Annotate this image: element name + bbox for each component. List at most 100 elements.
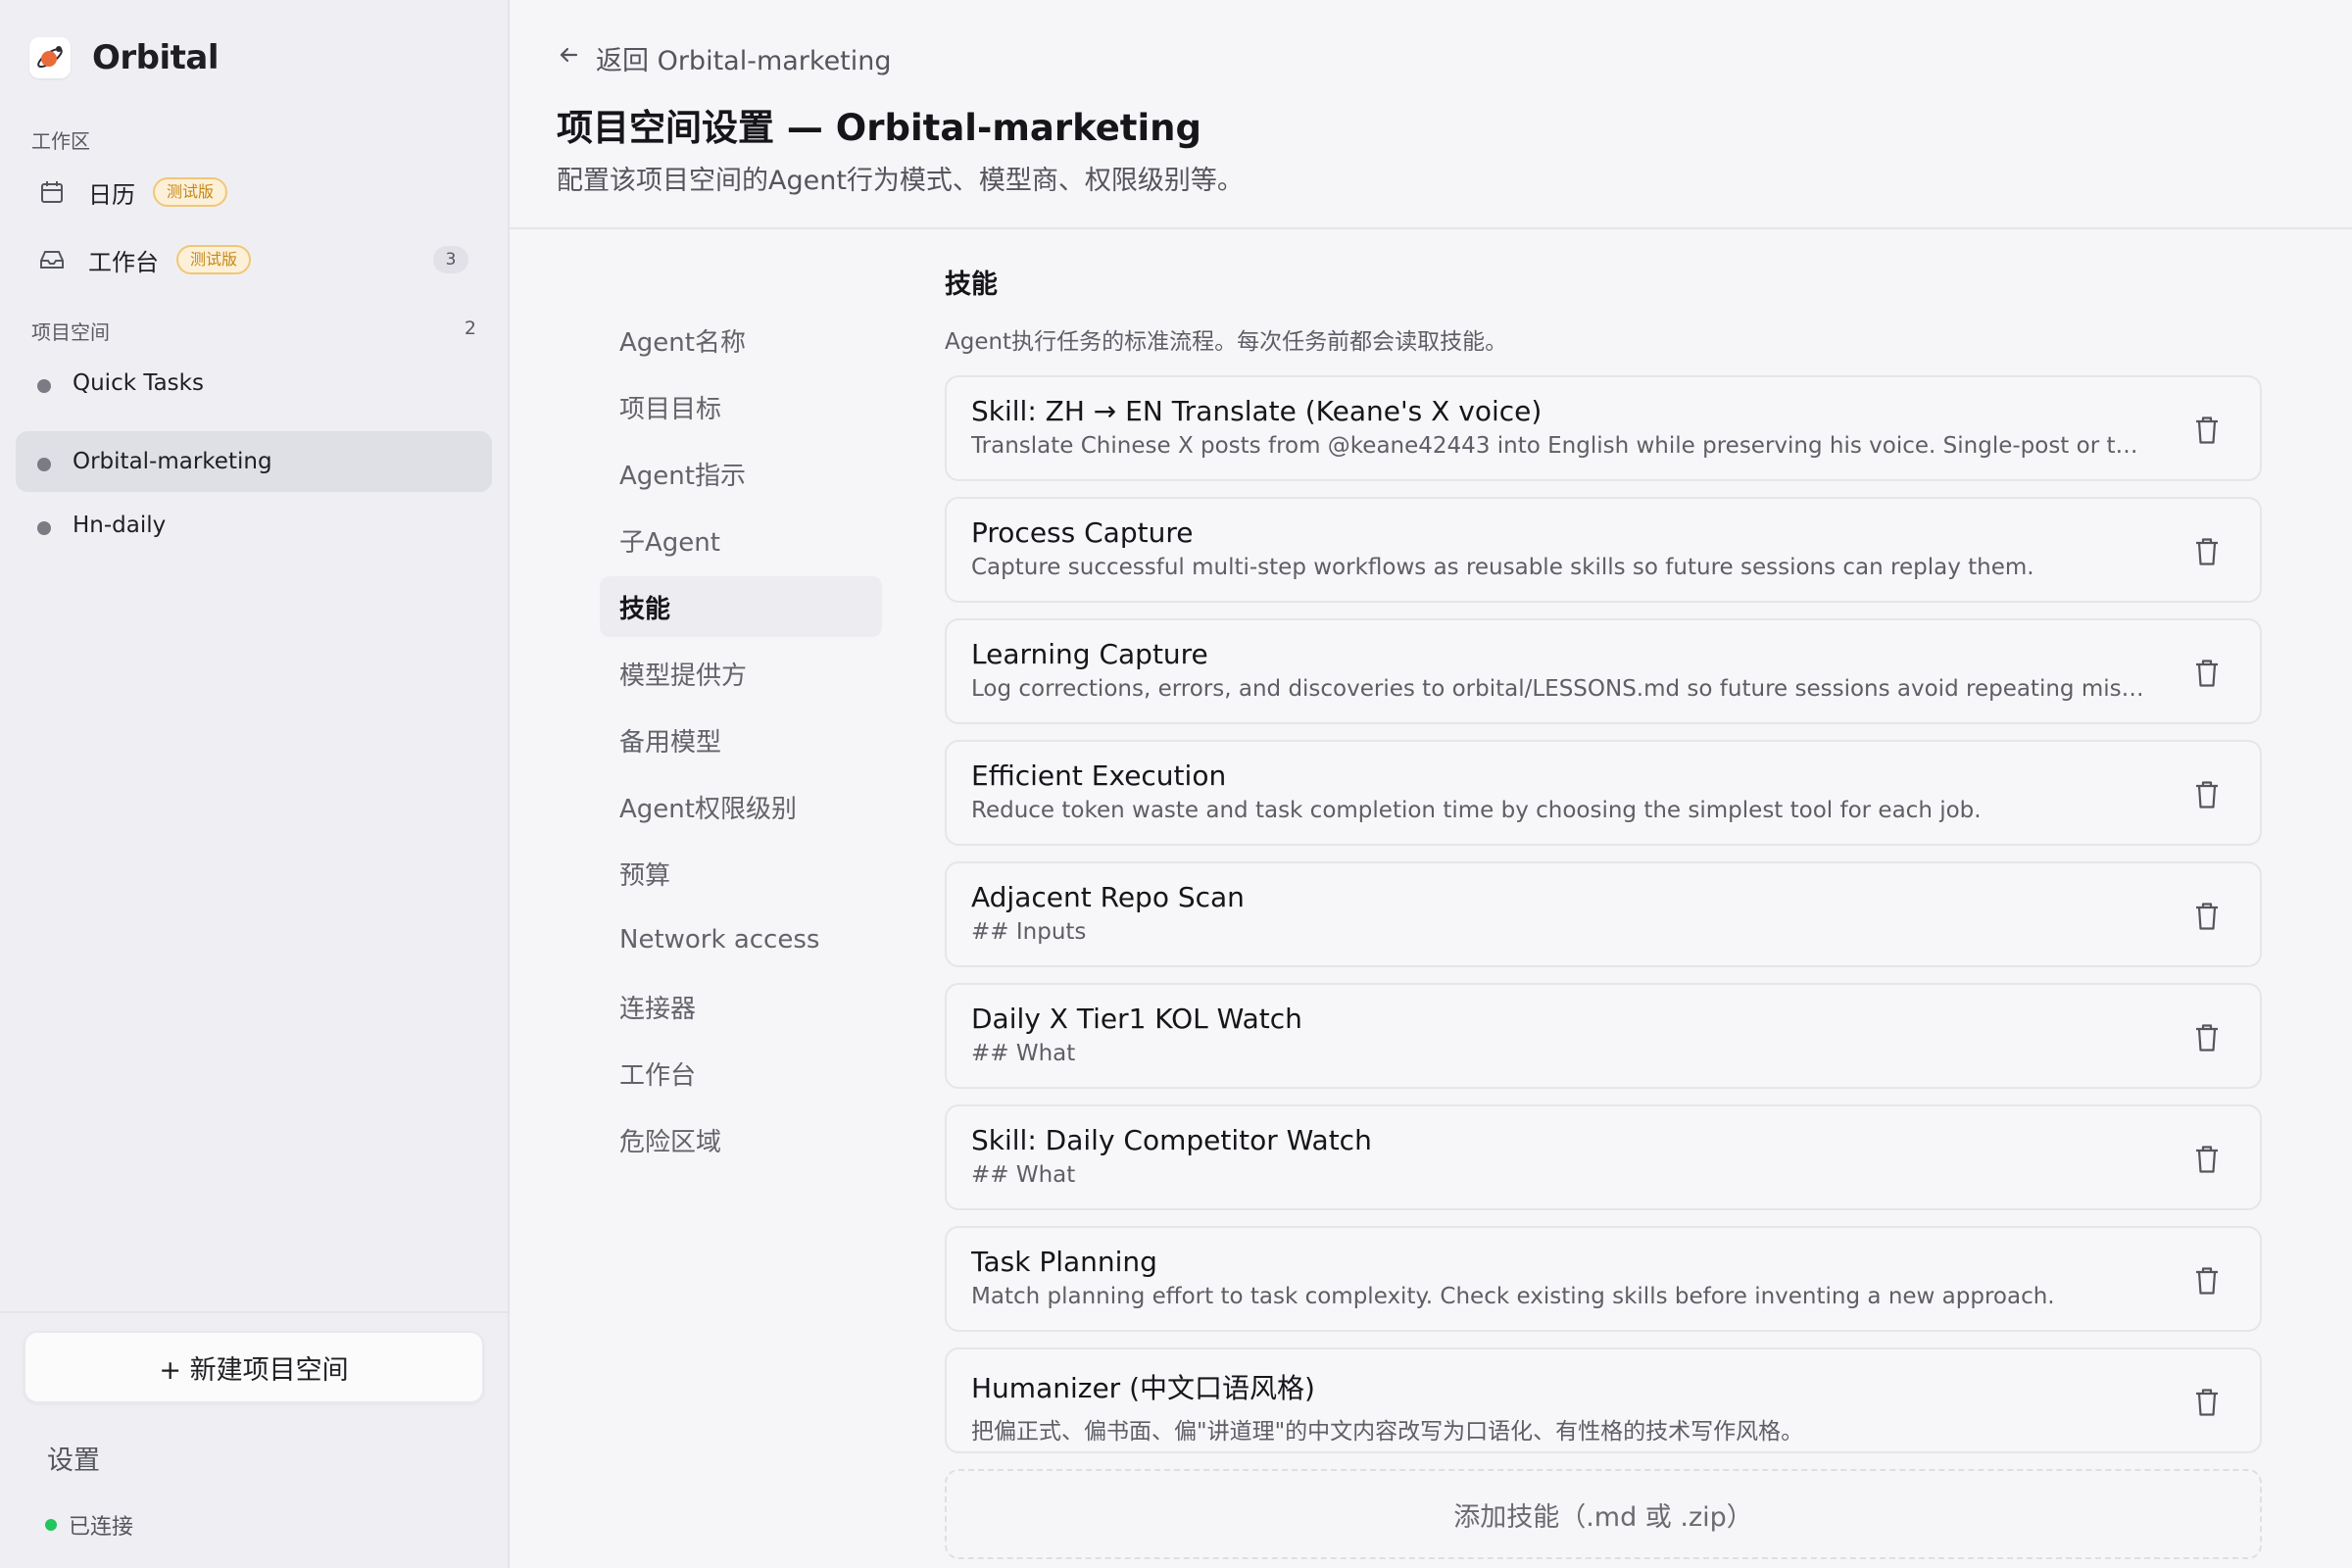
skill-name: Efficient Execution (971, 760, 1227, 792)
skill-card[interactable]: Skill: Daily Competitor Watch ## What (945, 1104, 2262, 1210)
delete-skill-button[interactable] (2189, 1383, 2225, 1422)
settings-nav-connectors[interactable]: 连接器 (600, 976, 882, 1037)
sidebar-item-workbench[interactable]: 工作台 测试版 3 (16, 229, 492, 290)
delete-skill-button[interactable] (2189, 411, 2225, 450)
delete-skill-button[interactable] (2189, 532, 2225, 571)
skill-card[interactable]: Skill: ZH → EN Translate (Keane's X voic… (945, 375, 2262, 481)
trash-icon (2196, 1267, 2218, 1295)
page-title: 项目空间设置 — Orbital-marketing (557, 107, 1201, 149)
skill-description: Log corrections, errors, and discoveries… (971, 676, 2152, 702)
spaces-section-label: 项目空间 (31, 320, 110, 344)
settings-nav-model-provider[interactable]: 模型提供方 (600, 643, 882, 704)
brand[interactable]: Orbital (29, 37, 220, 78)
skill-card[interactable]: Daily X Tier1 KOL Watch ## What (945, 983, 2262, 1089)
sidebar-space-quick-tasks[interactable]: Quick Tasks (16, 353, 492, 414)
workbench-count-badge: 3 (433, 246, 468, 273)
settings-nav-danger-zone[interactable]: 危险区域 (600, 1109, 882, 1170)
skill-card[interactable]: Process Capture Capture successful multi… (945, 497, 2262, 603)
delete-skill-button[interactable] (2189, 897, 2225, 936)
status-dot-icon (45, 1519, 57, 1531)
delete-skill-button[interactable] (2189, 775, 2225, 814)
skill-name: Adjacent Repo Scan (971, 881, 1245, 913)
workspace-section-label: 工作区 (31, 129, 90, 153)
calendar-icon (37, 177, 67, 207)
sidebar: Orbital 工作区 日历 测试版 工作台 测试版 3 项目空间 2 Quic… (0, 0, 510, 1568)
settings-nav-network-access[interactable]: Network access (600, 909, 882, 970)
trash-icon (2196, 781, 2218, 808)
delete-skill-button[interactable] (2189, 1261, 2225, 1300)
sidebar-item-calendar[interactable]: 日历 测试版 (16, 162, 492, 222)
trash-icon (2196, 1024, 2218, 1052)
sidebar-item-label: 工作台 (88, 248, 159, 276)
back-link-label: 返回 Orbital-marketing (596, 46, 892, 76)
beta-badge: 测试版 (176, 245, 252, 274)
skill-description: ## What (971, 1162, 1076, 1188)
trash-icon (2196, 1389, 2218, 1416)
delete-skill-button[interactable] (2189, 1140, 2225, 1179)
skill-description: Capture successful multi-step workflows … (971, 555, 2034, 580)
skill-list: Skill: ZH → EN Translate (Keane's X voic… (945, 375, 2262, 1453)
arrow-left-icon (557, 43, 580, 74)
section-title: 技能 (945, 270, 998, 300)
skill-description: Match planning effort to task complexity… (971, 1284, 2055, 1309)
skill-card[interactable]: Adjacent Repo Scan ## Inputs (945, 861, 2262, 967)
settings-nav-sub-agent[interactable]: 子Agent (600, 510, 882, 570)
settings-nav-workbench[interactable]: 工作台 (600, 1043, 882, 1103)
skill-description: Translate Chinese X posts from @keane424… (971, 433, 2152, 459)
skill-card[interactable]: Humanizer (中文口语风格) 把偏正式、偏书面、偏"讲道理"的中文内容改… (945, 1348, 2262, 1453)
trash-icon (2196, 660, 2218, 687)
settings-link[interactable]: 设置 (47, 1439, 100, 1477)
inbox-icon (37, 245, 67, 274)
connection-status: 已连接 (45, 1509, 133, 1541)
space-label: Hn-daily (73, 513, 167, 538)
trash-icon (2196, 538, 2218, 565)
delete-skill-button[interactable] (2189, 1018, 2225, 1057)
app-window: Orbital 工作区 日历 测试版 工作台 测试版 3 项目空间 2 Quic… (0, 0, 2352, 1568)
settings-nav-skills[interactable]: 技能 (600, 576, 882, 637)
settings-nav-fallback-model[interactable]: 备用模型 (600, 710, 882, 770)
skill-name: Daily X Tier1 KOL Watch (971, 1003, 1302, 1035)
skill-description: Reduce token waste and task completion t… (971, 798, 1982, 823)
space-label: Quick Tasks (73, 370, 204, 396)
skill-description: 把偏正式、偏书面、偏"讲道理"的中文内容改写为口语化、有性格的技术写作风格。 (971, 1419, 1804, 1445)
space-dot-icon (37, 521, 51, 535)
sidebar-footer: + 新建项目空间 设置 已连接 (0, 1311, 508, 1568)
section-description: Agent执行任务的标准流程。每次任务前都会读取技能。 (945, 329, 1508, 355)
orbital-logo-icon (29, 37, 71, 78)
skill-card[interactable]: Efficient Execution Reduce token waste a… (945, 740, 2262, 846)
delete-skill-button[interactable] (2189, 654, 2225, 693)
sidebar-space-hn-daily[interactable]: Hn-daily (16, 495, 492, 556)
settings-nav-agent-instructions[interactable]: Agent指示 (600, 443, 882, 504)
back-link[interactable]: 返回 Orbital-marketing (557, 39, 892, 77)
skill-name: Skill: Daily Competitor Watch (971, 1124, 1372, 1156)
settings-nav-permission-level[interactable]: Agent权限级别 (600, 776, 882, 837)
space-label: Orbital-marketing (73, 449, 272, 474)
add-skill-dropzone[interactable]: 添加技能（.md 或 .zip） (945, 1469, 2262, 1559)
beta-badge: 测试版 (153, 177, 228, 207)
skill-name: Humanizer (中文口语风格) (971, 1372, 1315, 1404)
trash-icon (2196, 1146, 2218, 1173)
connection-status-label: 已连接 (69, 1515, 134, 1540)
skill-description: ## Inputs (971, 919, 1087, 945)
trash-icon (2196, 416, 2218, 444)
settings-nav-agent-name[interactable]: Agent名称 (600, 310, 882, 370)
skill-name: Skill: ZH → EN Translate (Keane's X voic… (971, 395, 1543, 427)
skills-section: 技能 Agent执行任务的标准流程。每次任务前都会读取技能。 Skill: ZH… (945, 263, 2262, 1559)
main-content: 返回 Orbital-marketing 项目空间设置 — Orbital-ma… (510, 0, 2352, 1568)
skill-card[interactable]: Task Planning Match planning effort to t… (945, 1226, 2262, 1332)
spaces-count: 2 (464, 318, 476, 339)
app-name: Orbital (92, 38, 220, 77)
settings-nav-project-goal[interactable]: 项目目标 (600, 376, 882, 437)
page-subtitle: 配置该项目空间的Agent行为模式、模型商、权限级别等。 (557, 166, 1244, 196)
sidebar-space-orbital-marketing[interactable]: Orbital-marketing (16, 431, 492, 492)
sidebar-item-label: 日历 (88, 180, 135, 209)
skill-card[interactable]: Learning Capture Log corrections, errors… (945, 618, 2262, 724)
skill-name: Learning Capture (971, 638, 1208, 670)
skill-name: Process Capture (971, 516, 1194, 549)
settings-nav-budget[interactable]: 预算 (600, 843, 882, 904)
space-dot-icon (37, 458, 51, 471)
space-dot-icon (37, 379, 51, 393)
trash-icon (2196, 903, 2218, 930)
new-space-button[interactable]: + 新建项目空间 (24, 1331, 484, 1403)
skill-description: ## What (971, 1041, 1076, 1066)
